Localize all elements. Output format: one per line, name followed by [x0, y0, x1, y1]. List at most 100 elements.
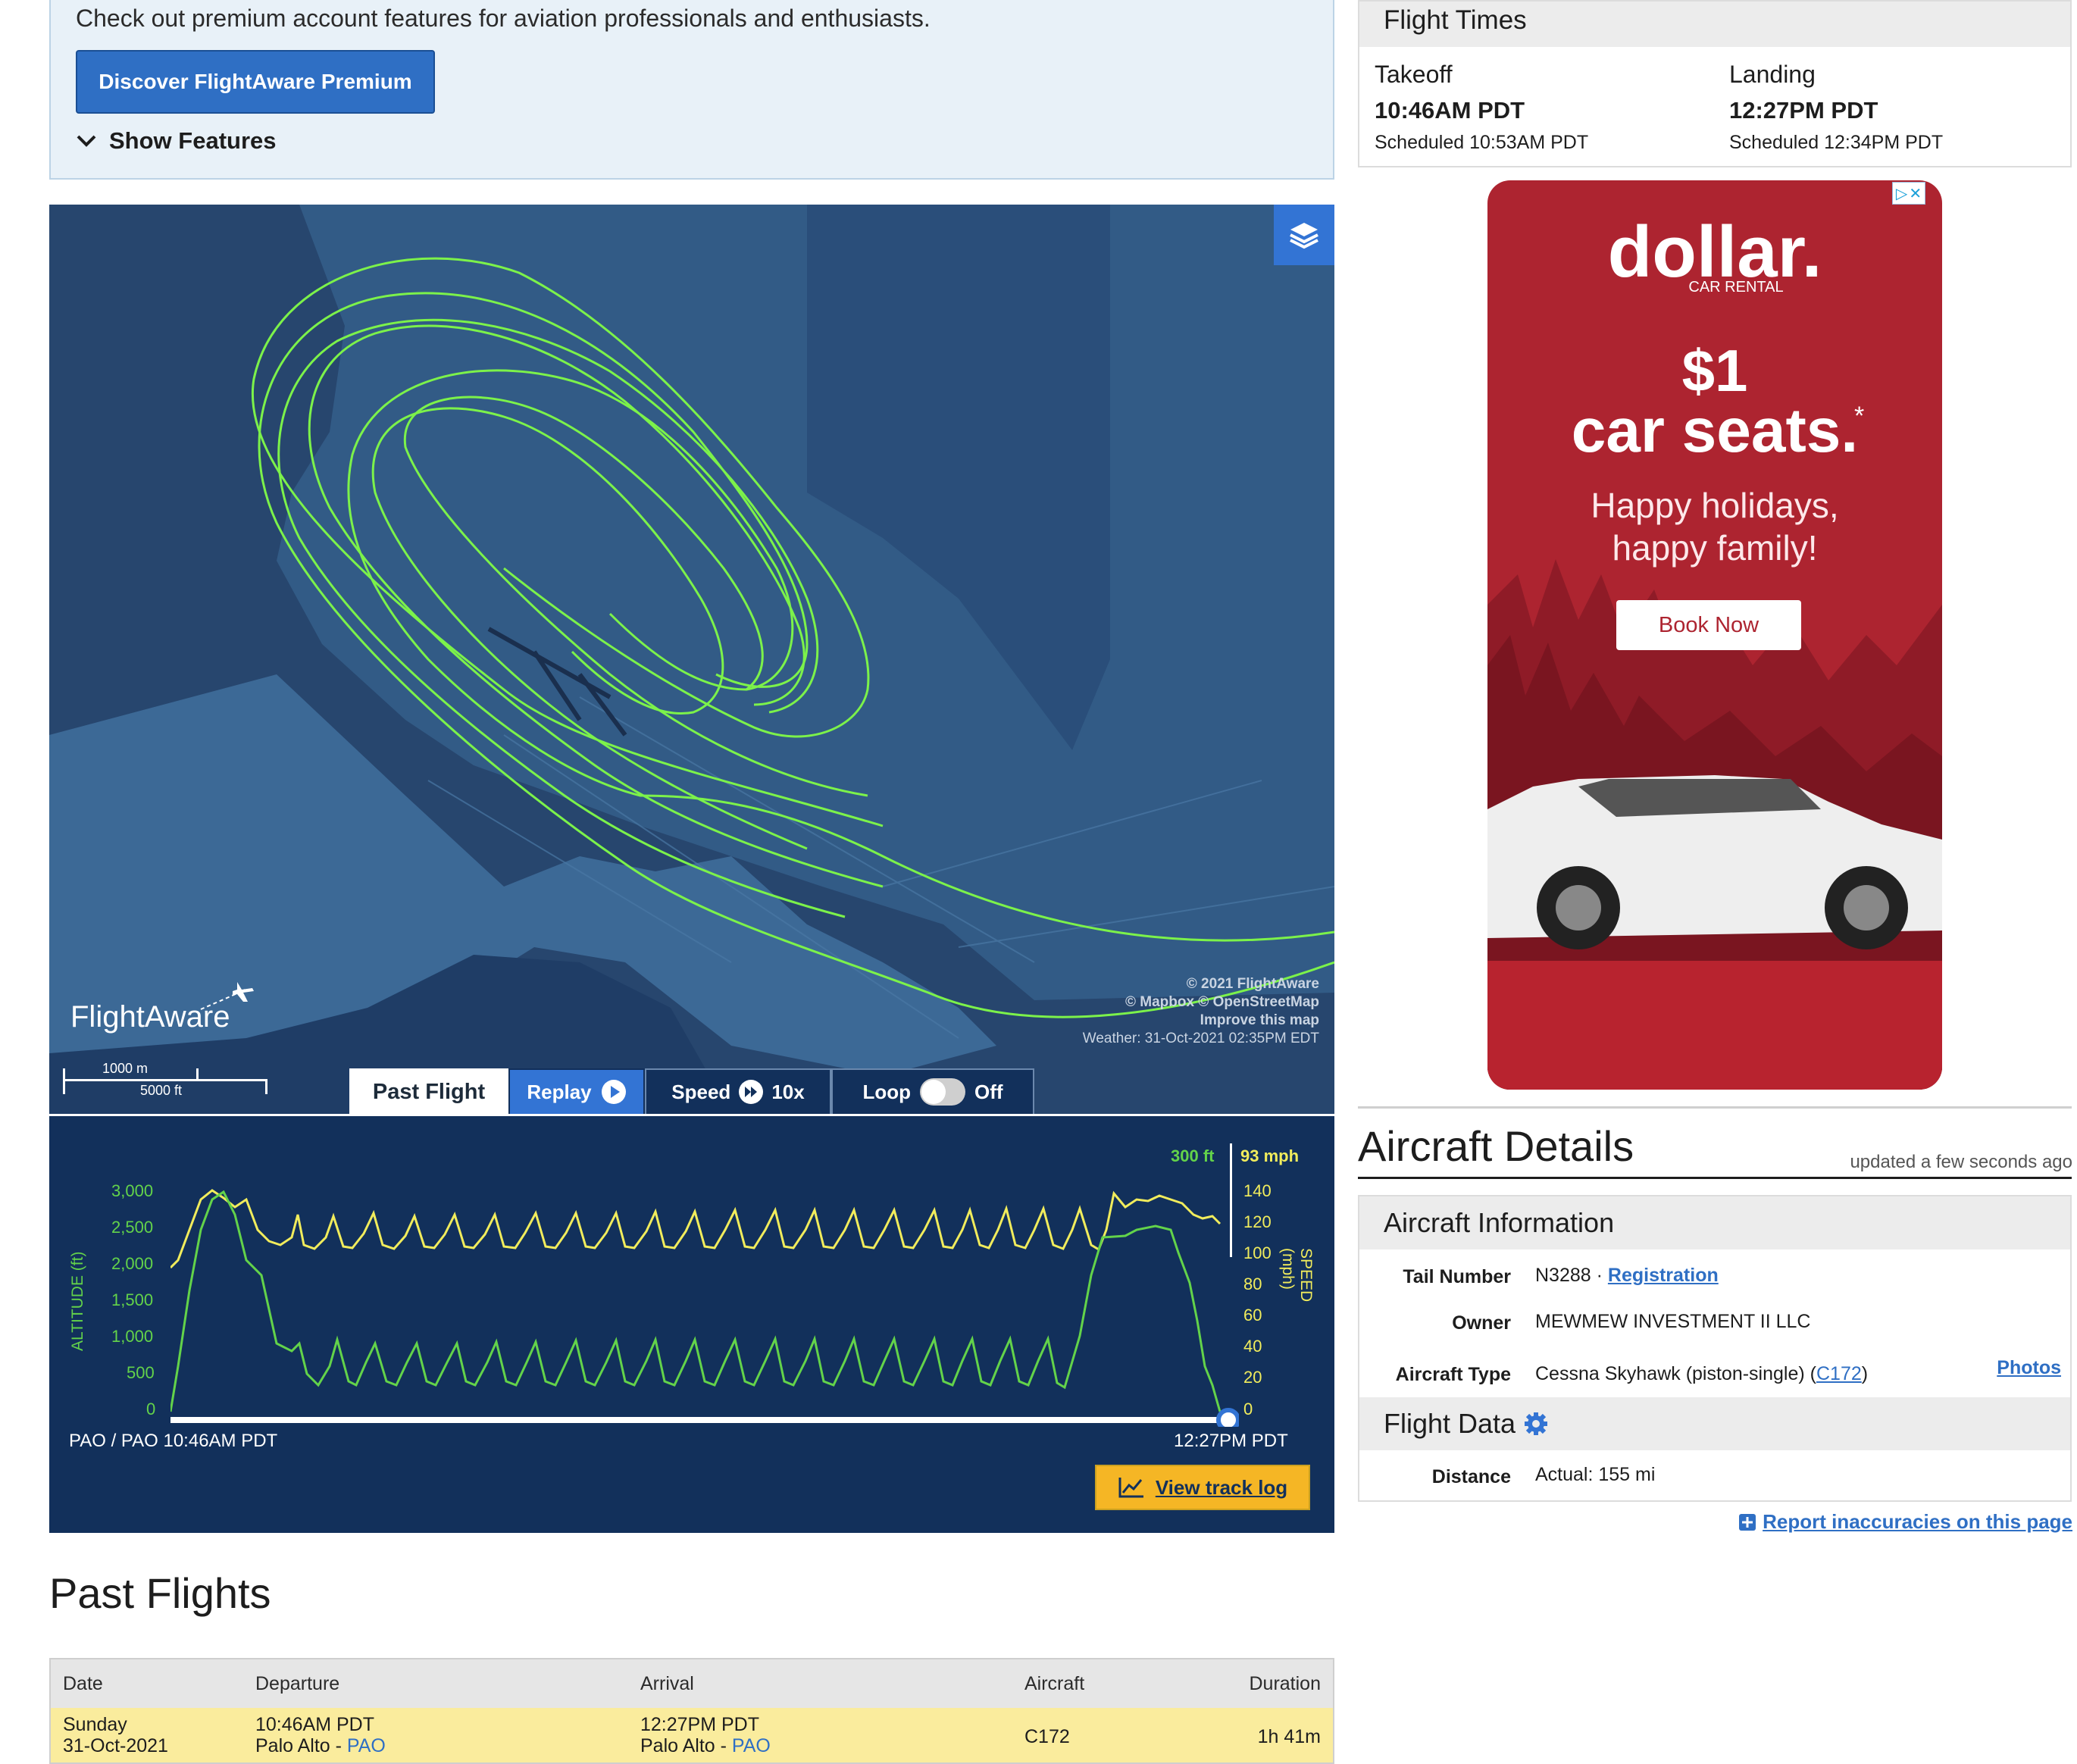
show-features-toggle[interactable]: Show Features — [76, 127, 277, 155]
scale-feet: 5000 ft — [140, 1083, 183, 1098]
tail-number: N3288 · — [1535, 1265, 1608, 1286]
row-dep-code-link[interactable]: PAO — [347, 1735, 386, 1756]
tab-past-flight[interactable]: Past Flight — [349, 1068, 508, 1114]
table-row[interactable]: Sunday 31-Oct-2021 10:46AM PDT Palo Alto… — [51, 1708, 1333, 1762]
ad-choices[interactable]: ▷ ✕ — [1892, 182, 1925, 205]
improve-map-link[interactable]: Improve this map — [1200, 1012, 1319, 1029]
aircraft-type: Cessna Skyhawk (piston-single) ( — [1535, 1363, 1816, 1384]
graph-start-label: PAO / PAO 10:46AM PDT — [69, 1431, 278, 1451]
header-date: Date — [63, 1673, 103, 1694]
graph-end-label: 12:27PM PDT — [1174, 1431, 1288, 1451]
flightaware-logo: FlightAware — [70, 982, 254, 1034]
report-inaccuracies-link[interactable]: Report inaccuracies on this page — [1738, 1510, 2072, 1534]
timeline-handle — [1216, 1408, 1239, 1427]
row-arr-airport: Palo Alto - PAO — [640, 1735, 771, 1757]
fast-forward-icon — [739, 1080, 764, 1104]
aircraft-details-panel: Aircraft Information Tail Number N3288 ·… — [1358, 1195, 2072, 1502]
speed-tick: 140 — [1243, 1181, 1272, 1200]
speed-tick: 40 — [1243, 1337, 1262, 1356]
alt-tick: 1,500 — [111, 1290, 154, 1309]
speed-line — [170, 1189, 1221, 1269]
speed-value: 10x — [771, 1080, 805, 1103]
alt-tick: 3,000 — [111, 1181, 154, 1200]
row-arr-time: 12:27PM PDT — [640, 1714, 760, 1735]
owner-label: Owner — [1452, 1312, 1511, 1334]
alt-tick: 500 — [127, 1363, 155, 1382]
show-features-label: Show Features — [109, 127, 277, 154]
row-date-day: Sunday — [63, 1714, 127, 1735]
map-scale: 1000 m 5000 ft — [63, 1059, 275, 1105]
speed-control[interactable]: Speed 10x — [645, 1068, 831, 1114]
speed-label: Speed — [671, 1080, 731, 1103]
premium-text: Check out premium account features for a… — [76, 5, 931, 32]
title-underline — [1358, 1177, 2072, 1179]
photos-link[interactable]: Photos — [1997, 1357, 2061, 1379]
ad-close-icon[interactable]: ✕ — [1909, 184, 1922, 203]
map-layers-button[interactable] — [1274, 205, 1334, 265]
scale-meters: 1000 m — [102, 1061, 149, 1076]
graph-plot — [170, 1189, 1239, 1427]
map-canvas — [49, 205, 1334, 1114]
alt-tick: 2,500 — [111, 1218, 154, 1237]
aircraft-type-value: Cessna Skyhawk (piston-single) (C172) — [1535, 1363, 1868, 1385]
ad-asterisk: * — [1854, 402, 1865, 430]
aircraft-type-label: Aircraft Type — [1395, 1364, 1511, 1385]
altitude-readout: 300 ft — [1171, 1146, 1215, 1165]
aircraft-info-header: Aircraft Information — [1359, 1196, 2070, 1250]
weather-timestamp: Weather: 31-Oct-2021 02:35PM EDT — [1082, 1031, 1319, 1046]
map-attribution-osm[interactable]: © Mapbox © OpenStreetMap — [1125, 994, 1319, 1011]
header-departure: Departure — [255, 1673, 340, 1694]
aircraft-details-title: Aircraft Details — [1358, 1122, 1634, 1170]
flight-times-panel: Flight Times Takeoff 10:46AM PDT Schedul… — [1358, 0, 2072, 167]
play-icon — [601, 1080, 626, 1104]
alt-tick: 2,000 — [111, 1254, 154, 1273]
past-flights-table: Date Departure Arrival Aircraft Duration… — [49, 1658, 1334, 1764]
altitude-line — [170, 1190, 1221, 1412]
discover-premium-button[interactable]: Discover FlightAware Premium — [76, 50, 435, 114]
header-aircraft: Aircraft — [1024, 1673, 1085, 1694]
aircraft-type-link[interactable]: C172 — [1816, 1363, 1862, 1384]
takeoff-label: Takeoff — [1375, 61, 1453, 88]
dollar-ad[interactable]: dollar. CAR RENTAL $1 car seats. * Happy… — [1487, 180, 1942, 1090]
speed-axis-label: SPEED (mph) — [1279, 1248, 1315, 1303]
chevron-down-icon — [77, 135, 96, 147]
plane-icon — [200, 982, 254, 1010]
gear-icon[interactable] — [1523, 1411, 1549, 1437]
loop-control[interactable]: Loop Off — [831, 1068, 1034, 1114]
row-arr-city: Palo Alto - — [640, 1735, 732, 1756]
ad-line2: happy family! — [1612, 528, 1818, 568]
distance-label: Distance — [1431, 1466, 1511, 1487]
loop-label: Loop — [862, 1080, 911, 1103]
landing-scheduled: Scheduled 12:34PM PDT — [1729, 132, 1944, 153]
replay-button[interactable]: Replay — [508, 1068, 645, 1114]
ad-book-now-button[interactable]: Book Now — [1616, 600, 1801, 650]
view-track-log-button[interactable]: View track log — [1095, 1465, 1310, 1510]
speed-tick: 100 — [1243, 1243, 1272, 1262]
ad-line1: Happy holidays, — [1591, 486, 1839, 525]
speed-readout: 93 mph — [1240, 1146, 1300, 1165]
view-track-log-label: View track log — [1155, 1475, 1288, 1499]
speed-tick: 60 — [1243, 1306, 1262, 1325]
ad-info-icon[interactable]: ▷ — [1896, 184, 1907, 203]
flight-map[interactable]: © 2021 FlightAware © Mapbox © OpenStreet… — [49, 205, 1334, 1114]
tail-number-label: Tail Number — [1403, 1266, 1511, 1287]
layers-icon — [1290, 223, 1318, 249]
loop-state: Off — [974, 1080, 1003, 1103]
header-duration: Duration — [1249, 1673, 1322, 1694]
row-date: 31-Oct-2021 — [63, 1735, 168, 1756]
tail-number-value: N3288 · Registration — [1535, 1265, 1719, 1287]
section-divider — [1358, 1106, 2072, 1109]
speed-tick: 0 — [1243, 1400, 1253, 1418]
header-arrival: Arrival — [640, 1673, 694, 1694]
takeoff-scheduled: Scheduled 10:53AM PDT — [1375, 132, 1589, 153]
row-duration: 1h 41m — [1257, 1726, 1321, 1747]
altitude-speed-graph[interactable]: 300 ft 93 mph 3,000 2,500 2,000 1,500 1,… — [49, 1116, 1334, 1533]
row-dep-time: 10:46AM PDT — [255, 1714, 375, 1735]
registration-link[interactable]: Registration — [1608, 1265, 1719, 1286]
landing-label: Landing — [1729, 61, 1816, 88]
map-attribution-flightaware[interactable]: © 2021 FlightAware — [1187, 976, 1319, 993]
loop-toggle[interactable] — [919, 1078, 965, 1106]
row-arr-code-link[interactable]: PAO — [732, 1735, 771, 1756]
row-dep-city: Palo Alto - — [255, 1735, 347, 1756]
plus-square-icon — [1739, 1513, 1756, 1531]
